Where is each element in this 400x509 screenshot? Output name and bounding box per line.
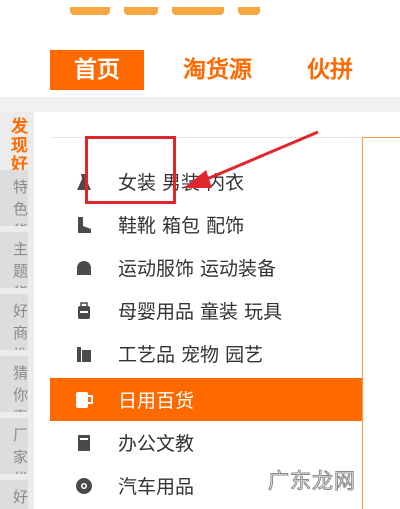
menu-item-office[interactable]: 办公文教 xyxy=(50,421,362,464)
watermark: 广东龙网 xyxy=(268,469,356,494)
left-rail-item[interactable]: 主题 货源 xyxy=(0,232,28,288)
logo-fragment xyxy=(70,0,280,15)
submenu-panel xyxy=(362,137,400,509)
tab-taohuoyuan[interactable]: 淘货源 xyxy=(183,50,283,90)
tab-huopin[interactable]: 伙拼 xyxy=(307,50,377,90)
boot-icon xyxy=(74,215,94,235)
left-rail-item[interactable]: 好商 推荐 xyxy=(0,294,28,350)
menu-item-shoes[interactable]: 鞋靴 箱包 配饰 xyxy=(50,203,362,246)
helmet-icon xyxy=(74,258,94,278)
menu-item-label: 鞋靴 箱包 配饰 xyxy=(118,215,245,237)
wheel-icon xyxy=(74,476,94,496)
left-rail-item[interactable]: 特色 货源 xyxy=(0,170,28,226)
menu-item-label: 日用百货 xyxy=(118,390,195,412)
menu-item-label: 运动服饰 运动装备 xyxy=(118,258,277,280)
menu-item-label: 母婴用品 童装 玩具 xyxy=(118,301,283,323)
menu-item-label: 工艺品 宠物 园艺 xyxy=(118,344,264,366)
tab-home[interactable]: 首页 xyxy=(50,50,144,90)
menu-item-label: 办公文教 xyxy=(118,433,195,455)
book-icon xyxy=(74,433,94,453)
cup-icon xyxy=(74,390,94,410)
menu-item-baby[interactable]: 母婴用品 童装 玩具 xyxy=(50,289,362,332)
menu-item-sports[interactable]: 运动服饰 运动装备 xyxy=(50,246,362,289)
header-divider xyxy=(0,97,400,112)
baby-bag-icon xyxy=(74,301,94,321)
craft-icon xyxy=(74,344,94,364)
menu-item-label: 汽车用品 xyxy=(118,476,195,498)
annotation-highlight-box xyxy=(85,136,176,204)
left-rail-item[interactable]: 猜你 喜欢 xyxy=(0,356,28,412)
left-rail-item[interactable]: 好商 xyxy=(0,480,28,509)
menu-item-daily[interactable]: 日用百货 xyxy=(50,378,362,421)
menu-item-craft[interactable]: 工艺品 宠物 园艺 xyxy=(50,332,362,375)
left-rail-item[interactable]: 厂家 优秀 xyxy=(0,418,28,474)
